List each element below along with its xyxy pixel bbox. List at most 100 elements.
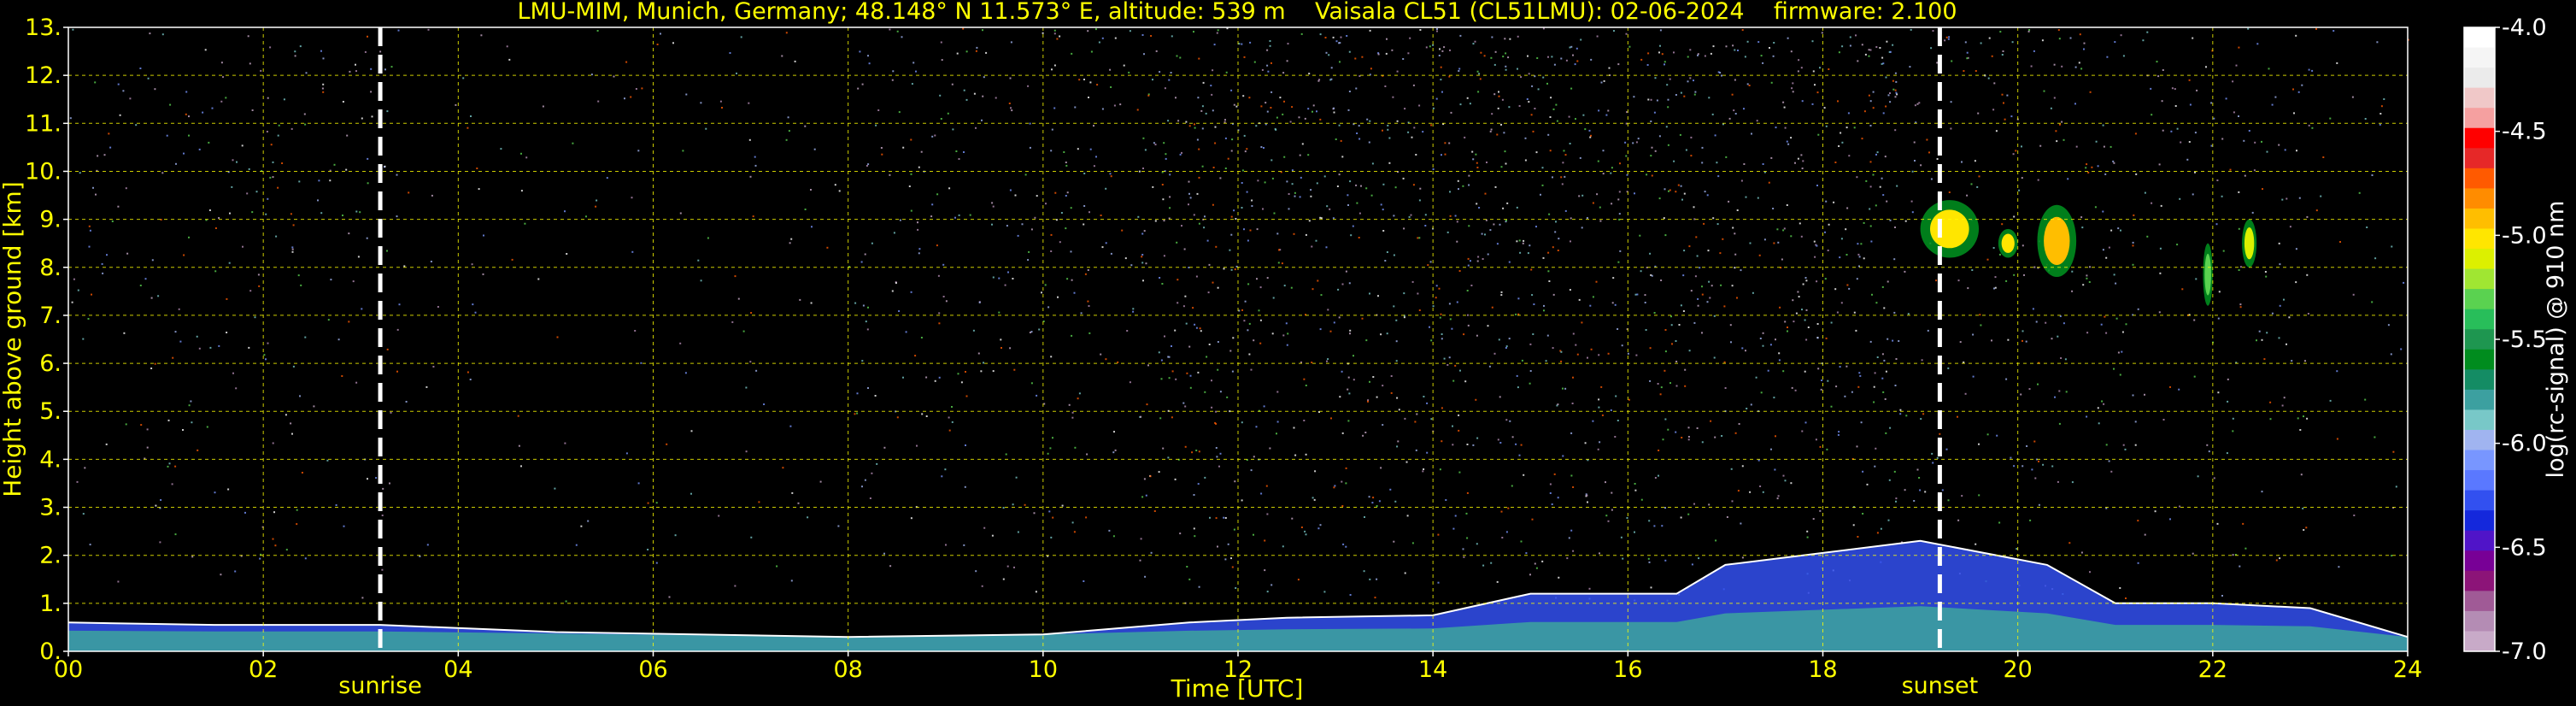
noise-speck — [991, 534, 994, 537]
noise-speck — [1574, 63, 1576, 66]
noise-speck — [752, 215, 754, 218]
noise-speck — [2031, 468, 2033, 471]
noise-speck — [1605, 515, 1608, 517]
noise-speck — [1053, 107, 1056, 109]
noise-speck — [1110, 175, 1112, 178]
noise-speck — [2013, 465, 2016, 468]
noise-speck — [1088, 305, 1090, 307]
noise-speck — [357, 256, 360, 258]
noise-speck — [2069, 37, 2072, 39]
noise-speck — [1857, 253, 1860, 256]
noise-speck — [1293, 232, 1295, 235]
noise-speck — [2122, 444, 2125, 446]
noise-speck — [1272, 297, 1275, 299]
noise-speck — [1506, 202, 1509, 204]
noise-speck — [2021, 465, 2024, 468]
noise-speck — [1895, 358, 1898, 360]
noise-speck — [1634, 531, 1635, 533]
noise-speck — [2097, 165, 2099, 168]
noise-speck — [1841, 141, 1844, 144]
noise-speck — [1615, 395, 1617, 397]
noise-speck — [1957, 279, 1960, 282]
noise-speck — [352, 280, 355, 283]
noise-speck — [1405, 461, 1408, 463]
noise-speck — [1869, 125, 1872, 126]
noise-speck — [2383, 98, 2385, 100]
noise-speck — [1520, 540, 1523, 543]
noise-speck — [1914, 104, 1916, 107]
noise-speck — [1339, 396, 1341, 398]
noise-speck — [2080, 551, 2083, 554]
noise-speck — [1887, 94, 1890, 97]
noise-speck — [348, 321, 350, 323]
noise-speck — [1669, 382, 1671, 385]
noise-speck — [1338, 174, 1341, 176]
noise-speck — [2119, 374, 2121, 376]
noise-speck — [1846, 284, 1849, 286]
noise-speck — [1784, 126, 1787, 129]
x-tick-label: 16 — [1613, 656, 1642, 683]
noise-speck — [1066, 278, 1069, 280]
noise-speck — [640, 362, 643, 364]
noise-speck — [1241, 43, 1243, 45]
noise-speck — [1153, 510, 1156, 512]
noise-speck — [1489, 130, 1492, 132]
noise-speck — [1602, 173, 1605, 175]
noise-speck — [2002, 50, 2004, 52]
noise-speck — [1468, 174, 1470, 177]
noise-speck — [1348, 50, 1351, 53]
noise-speck — [1265, 102, 1267, 104]
noise-speck — [1198, 222, 1200, 225]
noise-speck — [2315, 27, 2317, 30]
noise-speck — [1300, 32, 1303, 35]
noise-speck — [1681, 437, 1683, 438]
noise-speck — [1950, 101, 1952, 103]
noise-speck — [1752, 291, 1754, 294]
noise-speck — [859, 50, 861, 53]
noise-speck — [1276, 432, 1277, 435]
noise-speck — [1640, 270, 1642, 273]
noise-speck — [2364, 398, 2367, 401]
noise-speck — [209, 346, 212, 349]
noise-speck — [1030, 228, 1033, 231]
noise-speck — [1782, 370, 1785, 373]
noise-speck — [1140, 538, 1142, 540]
noise-speck — [2135, 173, 2138, 175]
noise-speck — [304, 123, 307, 126]
noise-speck — [1430, 418, 1433, 421]
noise-speck — [1941, 489, 1944, 491]
noise-speck — [1883, 359, 1886, 362]
noise-speck — [1719, 252, 1722, 255]
noise-speck — [2001, 223, 2004, 226]
noise-speck — [1002, 578, 1005, 580]
noise-speck — [1935, 279, 1938, 282]
noise-speck — [1503, 132, 1505, 134]
noise-speck — [2119, 587, 2121, 589]
noise-speck — [969, 214, 971, 216]
noise-speck — [1132, 310, 1135, 313]
noise-speck — [1315, 239, 1317, 242]
noise-speck — [1816, 244, 1818, 247]
noise-speck — [198, 148, 201, 150]
noise-speck — [1590, 134, 1592, 137]
noise-speck — [1744, 56, 1746, 58]
noise-speck — [1083, 580, 1085, 582]
ceilometer-figure: LMU-MIM, Munich, Germany; 48.148° N 11.5… — [0, 0, 2576, 706]
noise-speck — [1188, 192, 1190, 195]
noise-speck — [125, 187, 127, 190]
noise-speck — [2102, 124, 2104, 126]
x-tick-label: 14 — [1418, 656, 1447, 683]
noise-speck — [1499, 442, 1502, 444]
noise-speck — [983, 76, 985, 79]
noise-speck — [2266, 332, 2268, 334]
noise-speck — [1112, 535, 1115, 538]
noise-speck — [1541, 184, 1544, 186]
noise-speck — [320, 50, 322, 52]
noise-speck — [742, 330, 745, 332]
noise-speck — [246, 192, 249, 195]
noise-speck — [1353, 355, 1354, 357]
noise-speck — [1873, 401, 1875, 403]
noise-speck — [1368, 496, 1370, 498]
noise-speck — [2117, 227, 2120, 230]
noise-speck — [1403, 292, 1405, 295]
